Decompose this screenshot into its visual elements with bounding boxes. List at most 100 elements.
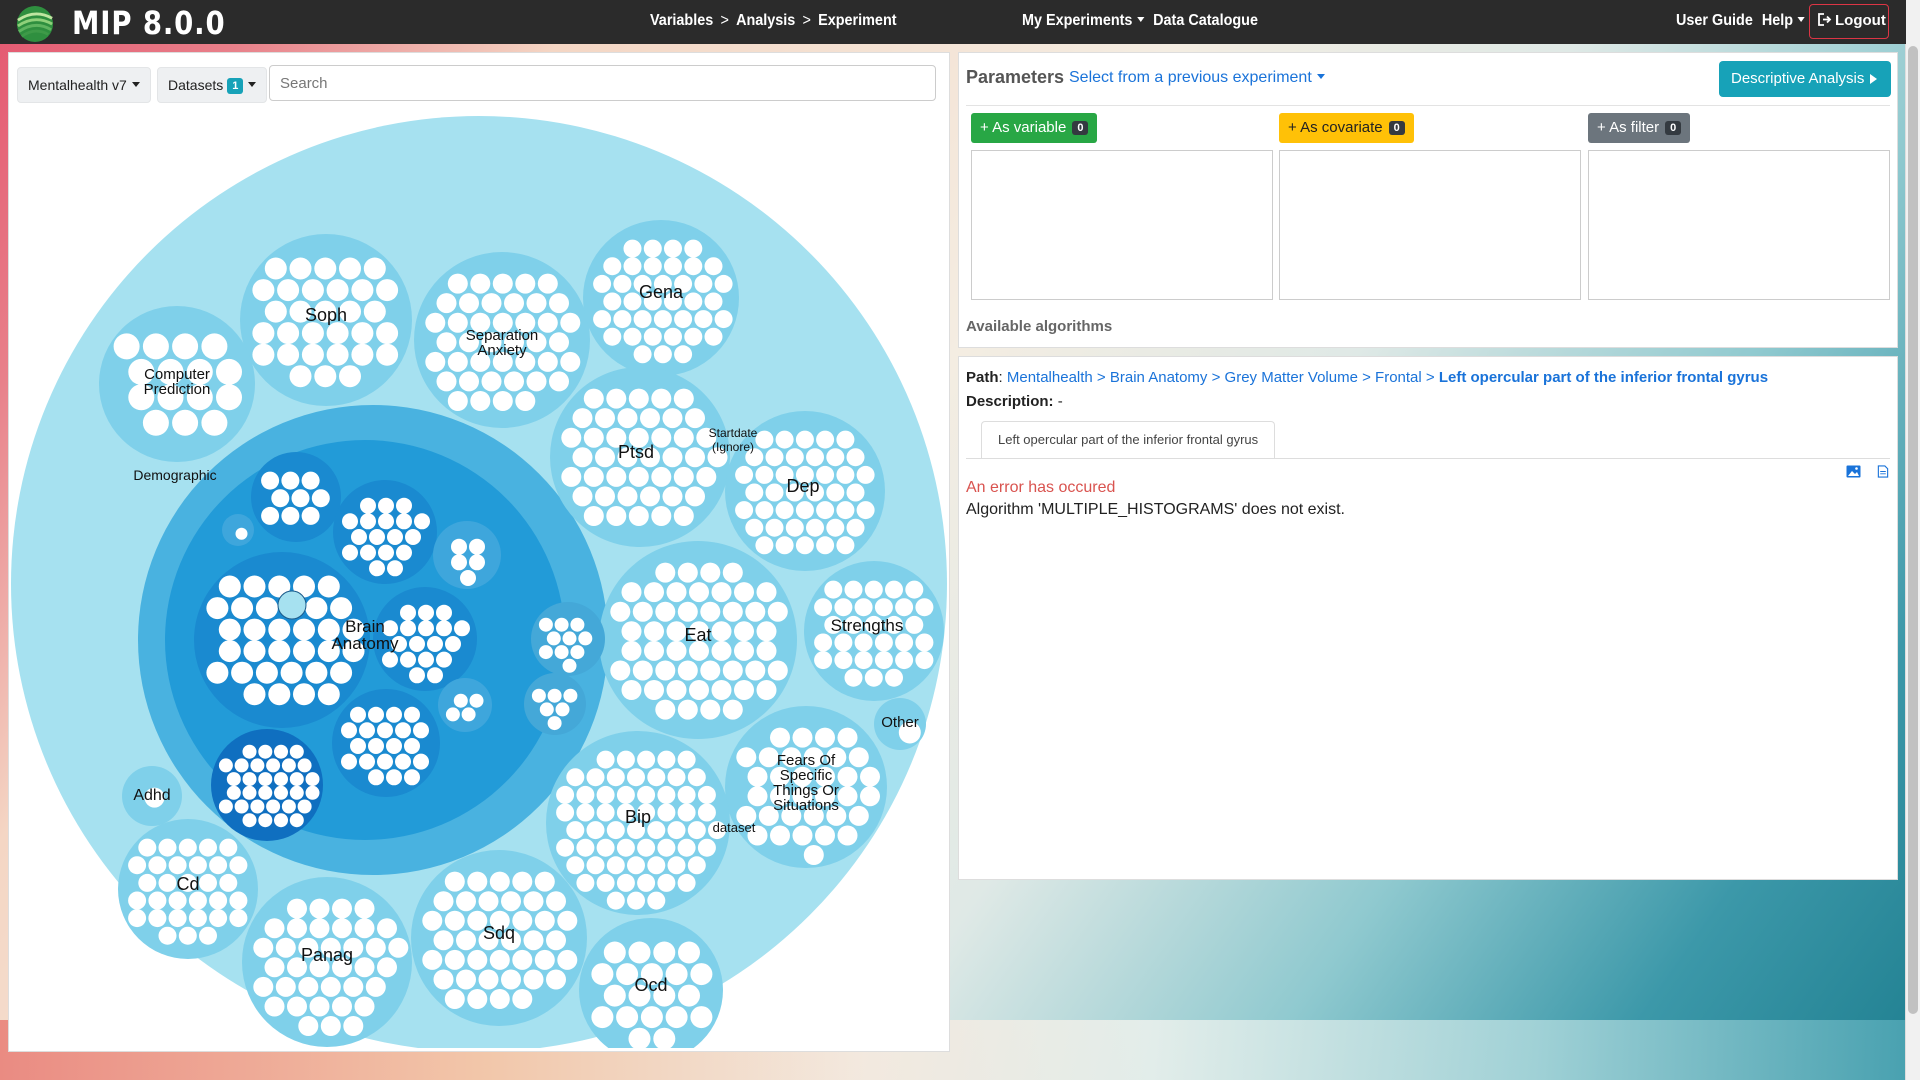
bubble-leaf[interactable]: [128, 891, 147, 910]
bubble-leaf[interactable]: [556, 785, 575, 804]
bubble-leaf[interactable]: [219, 873, 238, 892]
bubble-leaf[interactable]: [826, 518, 845, 537]
bubble-leaf[interactable]: [596, 803, 615, 822]
bubble-leaf[interactable]: [647, 768, 666, 787]
bubble-leaf[interactable]: [895, 651, 914, 670]
bubble-leaf[interactable]: [264, 300, 287, 323]
bubble-leaf[interactable]: [422, 949, 443, 970]
bubble-leaf[interactable]: [418, 620, 434, 637]
bubble-leaf[interactable]: [332, 898, 352, 919]
bubble-leaf[interactable]: [747, 766, 768, 787]
bubble-leaf[interactable]: [206, 661, 229, 684]
bubble-leaf[interactable]: [330, 661, 353, 684]
bubble-leaf[interactable]: [376, 322, 399, 345]
bubble-leaf[interactable]: [603, 984, 626, 1007]
my-experiments-dropdown[interactable]: My Experiments: [1022, 12, 1144, 29]
bubble-leaf[interactable]: [258, 813, 273, 828]
bubble-leaf[interactable]: [734, 621, 754, 642]
bubble-leaf[interactable]: [547, 716, 562, 731]
bubble-leaf[interactable]: [305, 772, 320, 787]
bubble-leaf[interactable]: [388, 937, 409, 958]
bubble-leaf[interactable]: [461, 707, 476, 722]
bubble-leaf[interactable]: [400, 651, 416, 668]
bubble-leaf[interactable]: [289, 257, 312, 280]
bubble-leaf[interactable]: [218, 758, 233, 773]
datasets-dropdown[interactable]: Datasets 1: [157, 67, 268, 103]
bubble-leaf[interactable]: [470, 391, 491, 411]
bubble-leaf[interactable]: [252, 279, 275, 302]
bubble-leaf[interactable]: [610, 601, 631, 622]
bubble-leaf[interactable]: [874, 598, 893, 617]
bubble-leaf[interactable]: [243, 618, 266, 641]
bubble-leaf[interactable]: [745, 660, 766, 681]
bubble-leaf[interactable]: [447, 351, 468, 372]
bubble-leaf[interactable]: [664, 327, 682, 346]
bubble-leaf[interactable]: [734, 582, 754, 603]
bubble-leaf[interactable]: [570, 645, 585, 660]
bubble-leaf[interactable]: [113, 333, 140, 360]
bubble-leaf[interactable]: [860, 766, 880, 787]
bubble-leaf[interactable]: [359, 722, 375, 739]
bubble-leaf[interactable]: [326, 322, 349, 345]
bubble-leaf[interactable]: [538, 617, 553, 632]
bubble-leaf[interactable]: [277, 279, 300, 302]
bubble-leaf[interactable]: [613, 310, 632, 329]
bubble-leaf[interactable]: [343, 976, 364, 997]
bubble-leaf[interactable]: [376, 343, 399, 366]
bubble-leaf[interactable]: [368, 706, 384, 723]
bubble-leaf[interactable]: [261, 506, 280, 525]
bubble-leaf[interactable]: [736, 747, 757, 768]
bubble-leaf[interactable]: [603, 327, 622, 346]
bubble-leaf[interactable]: [537, 312, 558, 333]
as-covariate-button[interactable]: + As covariate 0: [1279, 113, 1414, 143]
bubble-leaf[interactable]: [696, 466, 717, 487]
bubble-leaf[interactable]: [755, 430, 774, 449]
bubble-leaf[interactable]: [657, 838, 676, 857]
bubble-leaf[interactable]: [864, 668, 883, 687]
bubble-leaf[interactable]: [445, 707, 460, 722]
bubble-leaf[interactable]: [178, 838, 197, 857]
bubble-leaf[interactable]: [537, 351, 558, 372]
bubble-leaf[interactable]: [616, 750, 635, 769]
bubble-leaf[interactable]: [395, 753, 411, 770]
bubble-leaf[interactable]: [277, 322, 300, 345]
image-icon[interactable]: [1846, 465, 1861, 478]
bubble-leaf[interactable]: [243, 683, 266, 706]
bubble-leaf[interactable]: [436, 604, 452, 621]
bubble-leaf[interactable]: [572, 486, 593, 507]
bubble-leaf[interactable]: [512, 910, 533, 931]
bubble-leaf[interactable]: [653, 310, 672, 329]
bubble-leaf[interactable]: [492, 273, 513, 294]
bubble-leaf[interactable]: [534, 871, 555, 892]
bubble-leaf[interactable]: [351, 279, 374, 302]
bubble-leaf[interactable]: [806, 518, 824, 537]
bubble-leaf[interactable]: [266, 758, 281, 773]
bubble-leaf[interactable]: [172, 409, 199, 436]
bubble-leaf[interactable]: [148, 891, 167, 910]
bubble-leaf[interactable]: [856, 465, 875, 484]
bubble-leaf[interactable]: [405, 529, 421, 545]
bubble-leaf[interactable]: [512, 871, 533, 892]
bubble-leaf[interactable]: [633, 345, 652, 364]
bubble-leaf[interactable]: [422, 910, 443, 931]
bubble-leaf[interactable]: [317, 575, 340, 598]
bubble-leaf[interactable]: [250, 799, 265, 814]
bubble-leaf[interactable]: [234, 799, 249, 814]
bubble-leaf[interactable]: [242, 785, 257, 800]
bubble-leaf[interactable]: [298, 1016, 319, 1036]
bubble-leaf[interactable]: [816, 536, 835, 555]
bubble-leaf[interactable]: [704, 292, 723, 311]
bubble-leaf[interactable]: [281, 758, 296, 773]
bubble-leaf[interactable]: [596, 838, 615, 857]
bubble-leaf[interactable]: [653, 941, 676, 964]
bubble-leaf[interactable]: [694, 310, 713, 329]
bubble-leaf[interactable]: [243, 640, 266, 663]
bubble-leaf[interactable]: [287, 918, 307, 939]
bubble-leaf[interactable]: [666, 680, 687, 700]
bubble-leaf[interactable]: [289, 365, 312, 388]
bubble-leaf[interactable]: [586, 856, 605, 875]
variables-bubble-chart[interactable]: Soph Separation Anxiety Gena Computer Pr…: [9, 108, 949, 1048]
bubble-leaf[interactable]: [365, 976, 386, 997]
scrollbar-thumb[interactable]: [1908, 46, 1918, 1014]
bubble-leaf[interactable]: [378, 497, 394, 514]
